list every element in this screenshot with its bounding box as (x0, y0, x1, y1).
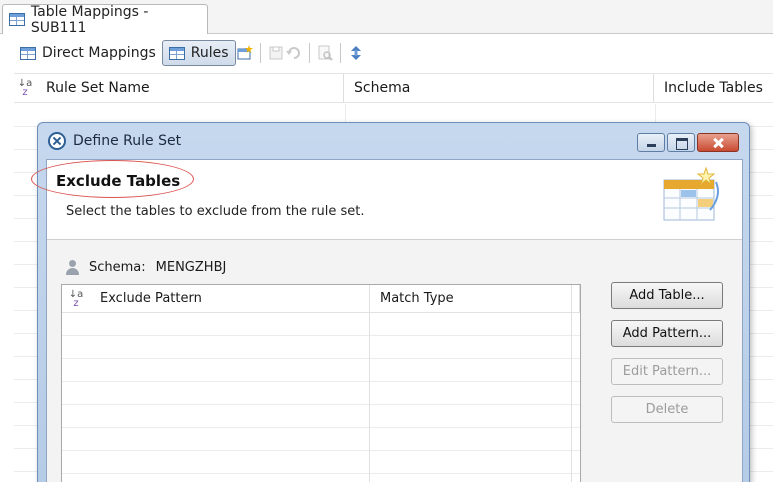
rules-label: Rules (190, 45, 229, 61)
mappings-toolbar: Direct Mappings Rules (0, 36, 773, 70)
toolbar-separator (259, 43, 261, 63)
dialog-app-icon (48, 132, 66, 150)
column-header-exclude-pattern[interactable]: Exclude Pattern (90, 285, 370, 312)
table-icon (9, 13, 25, 26)
wizard-banner: Exclude Tables Select the tables to excl… (31, 160, 742, 240)
new-rule-icon[interactable] (236, 44, 254, 62)
sort-column[interactable]: ↓a z (14, 74, 36, 102)
find-icon[interactable] (316, 44, 334, 62)
save-icon[interactable] (267, 44, 285, 62)
table-column-divider (369, 285, 370, 482)
toolbar-separator (308, 43, 310, 63)
exclude-table-rows (62, 313, 580, 482)
dialog-title: Define Rule Set (73, 133, 182, 149)
rules-button[interactable]: Rules (161, 40, 236, 66)
pattern-buttons: Add Table... Add Pattern... Edit Pattern… (611, 282, 723, 423)
schema-row: Schema: MENGZHBJ (65, 260, 226, 275)
edit-pattern-button[interactable]: Edit Pattern... (611, 358, 723, 385)
delete-button[interactable]: Delete (611, 396, 723, 423)
add-table-button[interactable]: Add Table... (611, 282, 723, 309)
exclude-patterns-table[interactable]: ↓a z Exclude Pattern Match Type (61, 284, 581, 482)
rules-table-icon (168, 46, 185, 60)
schema-value: MENGZHBJ (155, 260, 227, 275)
maximize-button[interactable] (667, 133, 695, 152)
schema-label: Schema: (89, 260, 146, 275)
toolbar-separator (339, 43, 341, 63)
editor-tab-bar: Table Mappings - SUB111 (0, 0, 773, 36)
column-header-rule-set-name[interactable]: Rule Set Name (36, 74, 344, 102)
sort-az-icon: ↓a z (17, 78, 33, 98)
column-header-match-type[interactable]: Match Type (370, 285, 580, 312)
direct-mappings-label: Direct Mappings (42, 45, 156, 61)
rules-grid-header: ↓a z Rule Set Name Schema Include Tables (14, 73, 773, 103)
table-column-divider (571, 285, 572, 482)
column-header-schema[interactable]: Schema (344, 74, 654, 102)
define-rule-set-dialog: Define Rule Set Exclude Tables Select th… (31, 122, 750, 482)
undo-icon[interactable] (285, 44, 303, 62)
editor-tab-table-mappings[interactable]: Table Mappings - SUB111 (2, 3, 208, 36)
banner-description: Select the tables to exclude from the ru… (66, 204, 365, 219)
dialog-body: Exclude Tables Select the tables to excl… (31, 159, 743, 482)
editor-tab-title: Table Mappings - SUB111 (30, 3, 149, 36)
minimize-button[interactable] (637, 133, 665, 152)
close-button[interactable] (697, 133, 739, 152)
sort-column[interactable]: ↓a z (62, 285, 90, 312)
sort-az-icon: ↓a z (68, 288, 84, 309)
direct-mappings-button[interactable]: Direct Mappings (14, 40, 162, 66)
user-icon (65, 260, 79, 275)
column-header-include-tables[interactable]: Include Tables (654, 74, 773, 102)
dialog-titlebar[interactable]: Define Rule Set (38, 123, 749, 159)
table-icon (20, 46, 36, 60)
wizard-table-icon (663, 166, 719, 221)
banner-title: Exclude Tables (56, 172, 181, 190)
exclude-table-header: ↓a z Exclude Pattern Match Type (62, 285, 580, 313)
window-controls (637, 133, 739, 152)
refresh-icon[interactable] (347, 44, 365, 62)
add-pattern-button[interactable]: Add Pattern... (611, 320, 723, 347)
